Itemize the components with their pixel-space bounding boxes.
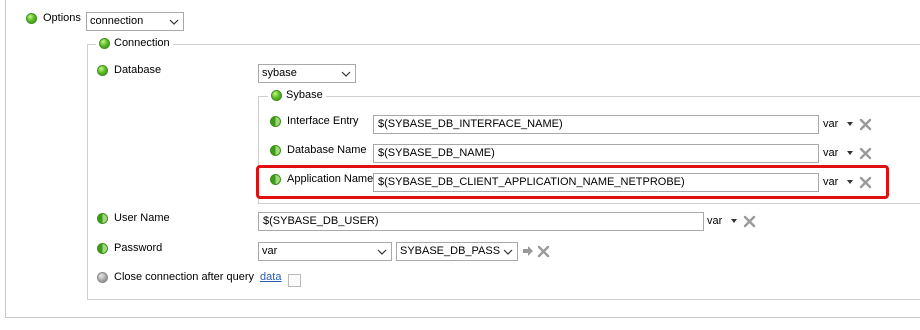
connection-legend: Connection: [96, 37, 173, 49]
user-name-label: User Name: [114, 212, 170, 224]
password-var-select[interactable]: SYBASE_DB_PASS: [396, 242, 518, 261]
interface-entry-row-label: Interface Entry: [270, 115, 359, 127]
green-dot-icon: [97, 64, 108, 76]
half-green-dot-icon: [270, 144, 281, 156]
gray-dot-icon: [97, 271, 108, 283]
password-row-label: Password: [97, 242, 162, 254]
data-link[interactable]: data: [260, 271, 281, 283]
chevron-down-icon: [168, 13, 180, 30]
database-select[interactable]: sybase: [258, 64, 356, 83]
user-name-var[interactable]: var: [707, 215, 738, 227]
chevron-down-icon: [376, 243, 388, 260]
green-dot-icon: [26, 12, 37, 24]
password-type-select[interactable]: var: [258, 242, 392, 261]
x-icon[interactable]: [743, 215, 756, 228]
application-name-label: Application Name: [287, 173, 374, 185]
application-name-var[interactable]: var: [823, 176, 854, 188]
user-name-row-label: User Name: [97, 212, 170, 224]
database-name-var[interactable]: var: [823, 147, 854, 159]
options-row-label: Options: [26, 12, 81, 24]
x-icon[interactable]: [859, 118, 872, 131]
database-label: Database: [114, 64, 162, 76]
connection-legend-text: Connection: [114, 37, 170, 49]
application-name-input[interactable]: $(SYBASE_DB_CLIENT_APPLICATION_NAME_NETP…: [373, 173, 819, 192]
dropdown-arrow-icon: [847, 122, 854, 127]
options-label: Options: [43, 12, 81, 24]
green-dot-icon: [271, 89, 282, 101]
database-name-label: Database Name: [287, 144, 367, 156]
chevron-down-icon: [340, 65, 352, 82]
dropdown-arrow-icon: [847, 180, 854, 185]
var-label: var: [707, 215, 723, 227]
var-label: var: [823, 147, 839, 159]
close-connection-checkbox[interactable]: [288, 274, 301, 287]
var-label: var: [823, 176, 839, 188]
database-name-input[interactable]: $(SYBASE_DB_NAME): [373, 144, 819, 163]
interface-entry-label: Interface Entry: [287, 115, 359, 127]
dropdown-arrow-icon: [847, 151, 854, 156]
half-green-dot-icon: [97, 212, 108, 224]
close-connection-label: Close connection after query: [114, 271, 255, 283]
half-green-dot-icon: [270, 115, 281, 127]
x-icon[interactable]: [537, 245, 550, 258]
user-name-input[interactable]: $(SYBASE_DB_USER): [258, 212, 704, 231]
half-green-dot-icon: [97, 242, 108, 254]
options-select[interactable]: connection: [86, 12, 184, 31]
interface-entry-var[interactable]: var: [823, 118, 854, 130]
options-select-value: connection: [90, 15, 144, 27]
green-dot-icon: [99, 37, 110, 49]
var-label: var: [823, 118, 839, 130]
application-name-row-label: Application Name: [270, 173, 373, 185]
arrow-right-icon[interactable]: [522, 245, 534, 257]
half-green-dot-icon: [270, 173, 281, 185]
database-row-label: Database: [97, 64, 161, 76]
chevron-down-icon: [502, 243, 514, 260]
sybase-legend: Sybase: [268, 89, 326, 101]
password-type-value: var: [262, 245, 278, 257]
sybase-legend-text: Sybase: [286, 89, 323, 101]
x-icon[interactable]: [859, 147, 872, 160]
dropdown-arrow-icon: [731, 219, 738, 224]
password-label: Password: [114, 242, 163, 254]
close-connection-row-label: Close connection after query data: [97, 271, 281, 283]
database-select-value: sybase: [262, 67, 297, 79]
interface-entry-input[interactable]: $(SYBASE_DB_INTERFACE_NAME): [373, 115, 819, 134]
database-name-row-label: Database Name: [270, 144, 367, 156]
x-icon[interactable]: [859, 176, 872, 189]
password-var-value: SYBASE_DB_PASS: [400, 245, 501, 257]
